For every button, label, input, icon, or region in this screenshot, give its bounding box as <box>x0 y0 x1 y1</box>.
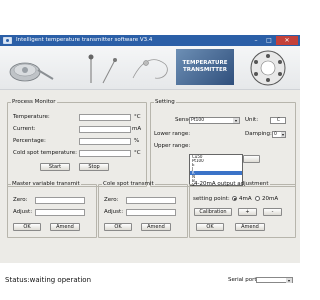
lower-range-label: Lower range: <box>154 131 191 137</box>
serial-port-label: Serial port: <box>228 277 259 283</box>
upper-range-label: Upper range: <box>154 143 191 149</box>
current-label: Current: <box>13 126 36 132</box>
product-banner: TEMPERATURE TRANSMITTER <box>0 46 300 90</box>
start-button[interactable]: Start <box>40 163 70 171</box>
master-zero-label: Zero: <box>13 197 28 203</box>
serial-port-select[interactable]: ▾ <box>256 277 293 283</box>
output-ok-button[interactable]: OK <box>196 223 224 231</box>
radio-20ma-label: 20mA <box>262 196 279 202</box>
chevron-down-icon[interactable]: ▾ <box>286 278 292 283</box>
damping-select[interactable]: 0 ▾ <box>272 131 286 138</box>
app-icon <box>3 37 12 44</box>
master-zero-field[interactable] <box>35 197 85 204</box>
temperature-field[interactable] <box>79 114 131 121</box>
master-amend-button[interactable]: Amend <box>50 223 80 231</box>
maximize-icon[interactable]: □ <box>263 36 275 45</box>
percentage-label: Percentage: <box>13 138 46 144</box>
sensor-select-value: Pt100 <box>191 118 205 123</box>
banner-title-panel: TEMPERATURE TRANSMITTER <box>176 49 234 85</box>
percentage-unit: % <box>134 138 140 144</box>
status-text: Status:waiting operation <box>5 276 92 284</box>
cole-ok-button[interactable]: OK <box>104 223 132 231</box>
output-amend-button[interactable]: Amend <box>235 223 265 231</box>
window-title: Intelligent temperature transmitter soft… <box>16 37 153 43</box>
radio-20ma[interactable] <box>255 196 260 201</box>
sensor-pictures <box>9 54 168 84</box>
cole-zero-label: Zero: <box>104 197 119 203</box>
cold-spot-label: Cold spot temperature: <box>13 150 78 156</box>
status-bar: Status:waiting operation Serial port: ▾ <box>0 272 300 287</box>
master-adjust-label: Adjust: <box>13 209 33 215</box>
percentage-field[interactable] <box>79 138 131 145</box>
chevron-down-icon[interactable]: ▾ <box>233 118 239 123</box>
stop-button[interactable]: Stop <box>79 163 109 171</box>
damping-label: Damping: <box>245 131 272 137</box>
radio-4ma-label: 4mA <box>239 196 252 202</box>
unit-select[interactable]: C <box>270 117 286 124</box>
master-adjust-field[interactable] <box>35 209 85 216</box>
increase-button[interactable]: + <box>238 208 257 216</box>
master-variable-legend: Master variable transmit <box>12 181 80 187</box>
unit-label: Unit: <box>245 117 259 123</box>
title-bar: Intelligent temperature transmitter soft… <box>0 35 300 46</box>
app-window: Intelligent temperature transmitter soft… <box>0 35 300 284</box>
decrease-button[interactable]: - <box>263 208 282 216</box>
setting-legend: Setting <box>155 99 175 105</box>
banner-line-1: TEMPERATURE <box>182 60 228 66</box>
cole-adjust-field[interactable] <box>126 209 176 216</box>
transmitter-module-image <box>250 50 286 86</box>
current-unit: mA <box>132 126 142 132</box>
cole-adjust-label: Adjust: <box>104 209 124 215</box>
radio-4ma[interactable] <box>232 196 237 201</box>
cole-amend-button[interactable]: Amend <box>141 223 171 231</box>
cold-spot-field[interactable] <box>79 150 131 157</box>
temperature-unit: °C <box>134 114 141 120</box>
cole-spot-legend: Cole spot transmit <box>103 181 154 187</box>
close-icon[interactable]: ✕ <box>276 36 298 45</box>
process-monitor-legend: Process Monitor <box>12 99 56 105</box>
chevron-down-icon[interactable]: ▾ <box>281 132 285 137</box>
sensor-select[interactable]: Pt100 ▾ <box>189 117 240 124</box>
output-adjust-legend: 4-20mA output adjustment <box>194 181 269 187</box>
banner-line-2: TRANSMITTER <box>183 67 227 73</box>
damping-select-value: 0 <box>274 132 277 137</box>
minimize-icon[interactable]: – <box>250 36 262 45</box>
setting-button-hidden-partly[interactable] <box>243 155 260 163</box>
current-field[interactable] <box>79 126 131 133</box>
cold-spot-unit: °C <box>134 150 141 156</box>
calibration-button[interactable]: Calibration <box>194 208 232 216</box>
cole-zero-field[interactable] <box>126 197 176 204</box>
master-ok-button[interactable]: OK <box>13 223 41 231</box>
setting-point-label: setting point: <box>193 196 230 202</box>
temperature-label: Temperature: <box>13 114 50 120</box>
